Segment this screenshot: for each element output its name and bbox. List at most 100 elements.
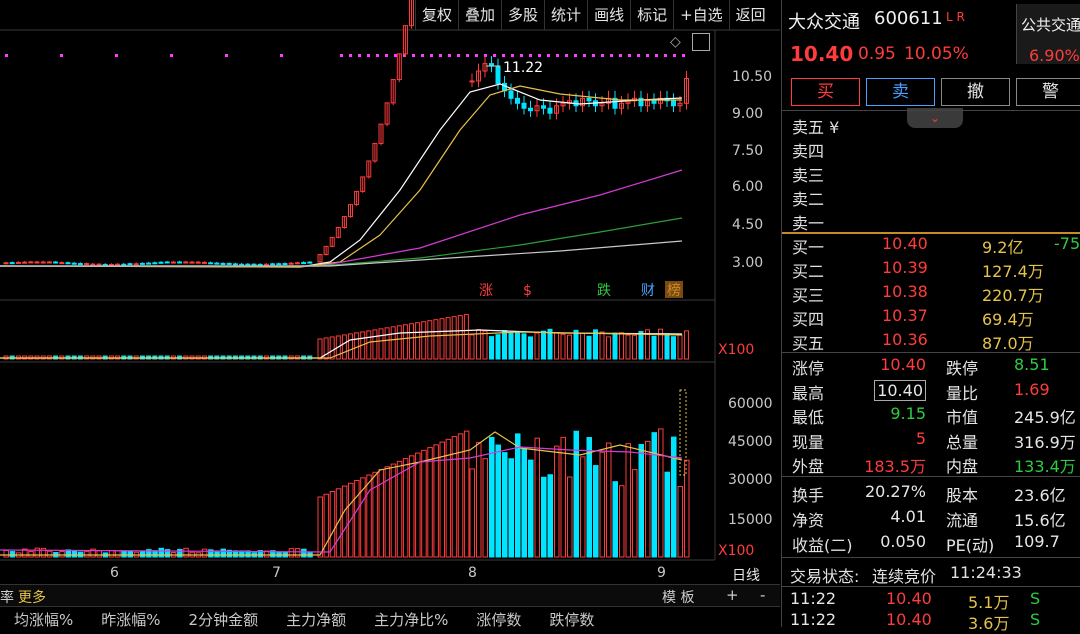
- candle-body: [215, 263, 219, 264]
- trade-status-time: 11:24:33: [950, 563, 1022, 582]
- candle-body: [66, 263, 70, 264]
- indicator-bar: [446, 439, 451, 557]
- signal-dot: [280, 54, 283, 57]
- volume-bar: [594, 330, 598, 359]
- trade-status-label: 交易状态:: [790, 563, 859, 587]
- column-header[interactable]: 昨涨幅%: [87, 607, 174, 628]
- volume-bar: [428, 321, 432, 359]
- chart-toolbar: 复权 叠加 多股 统计 画线 标记 +自选 返回: [415, 0, 772, 30]
- toolbar-stats-button[interactable]: 统计: [544, 0, 587, 30]
- volume-bar: [397, 326, 401, 359]
- stat-value: 316.9万: [1014, 429, 1076, 453]
- signal-dot: [592, 54, 595, 57]
- cut-label: 率: [0, 587, 14, 607]
- indicator-bar: [403, 459, 408, 557]
- buy-button[interactable]: 买: [791, 78, 860, 106]
- kline-chart-svg[interactable]: 10.50 9.00 7.50 6.00 4.50 3.00 60000 45000 30000…: [0, 0, 780, 600]
- toolbar-multi-stock-button[interactable]: 多股: [501, 0, 544, 30]
- column-header[interactable]: 主力净额: [272, 607, 360, 628]
- indicator-bar: [535, 438, 540, 557]
- toolbar-back-button[interactable]: 返回: [729, 0, 772, 30]
- candle-body: [264, 264, 268, 265]
- volume-bar: [496, 335, 500, 359]
- volume-bar: [342, 335, 346, 359]
- volume-bar: [490, 337, 494, 359]
- kline-chart-area[interactable]: 10.50 9.00 7.50 6.00 4.50 3.00 60000 45000 30000…: [0, 0, 780, 627]
- column-header[interactable]: 主力净比%: [360, 607, 462, 628]
- sector-box[interactable]: 公共交通 6.90%: [1016, 4, 1080, 64]
- volume-bar: [529, 337, 533, 359]
- volume-bar: [542, 331, 546, 359]
- tick-time: 11:22: [790, 610, 836, 629]
- diamond-icon[interactable]: ◇: [670, 34, 681, 50]
- toolbar-fuquan-button[interactable]: 复权: [415, 0, 458, 30]
- sell-button[interactable]: 卖: [866, 78, 935, 106]
- indicator-bar: [470, 469, 475, 557]
- column-header[interactable]: 2分钟金额: [175, 607, 273, 628]
- sell-level-label: 卖二: [792, 186, 824, 210]
- candle-body: [171, 262, 175, 263]
- candle-body: [159, 262, 163, 263]
- indicator-bar: [620, 486, 625, 557]
- event-marker: 榜: [667, 282, 681, 299]
- indicator-bar: [490, 437, 495, 557]
- column-header[interactable]: 涨停数: [462, 607, 535, 628]
- signal-dot: [502, 54, 505, 57]
- indicator-bar: [416, 453, 421, 557]
- quote-panel: 大众交通 600611 L R 公共交通 6.90% 10.40 0.95 10…: [781, 0, 1080, 627]
- signal-dot: [170, 54, 173, 57]
- panel-toggle-icon[interactable]: [692, 33, 710, 51]
- candle-body: [295, 263, 299, 264]
- column-header[interactable]: 均涨幅%: [0, 607, 87, 628]
- daily-period-label[interactable]: 日线: [732, 565, 760, 585]
- stat-value: 183.5万: [864, 453, 926, 477]
- ma20-line: [0, 170, 682, 266]
- template-button[interactable]: 模 板: [662, 587, 694, 607]
- buy-level-row: 买一 10.40 9.2亿 -75: [782, 234, 1080, 258]
- zoom-out-button[interactable]: -: [760, 586, 765, 604]
- volume-bar: [509, 333, 513, 359]
- trade-status-row: 交易状态: 连续竞价 11:24:33: [782, 563, 1080, 587]
- candle-body: [516, 98, 520, 103]
- signal-dot: [385, 54, 388, 57]
- volume-bar: [373, 330, 377, 359]
- candle-body: [522, 103, 526, 108]
- indicator-bar: [116, 551, 121, 557]
- volume-bar: [355, 333, 359, 359]
- indicator-bar: [422, 450, 427, 557]
- toolbar-mark-button[interactable]: 标记: [630, 0, 673, 30]
- sell-level-label: 卖一: [792, 210, 824, 234]
- indicator-bar: [295, 549, 300, 557]
- indicator-bar: [4, 550, 9, 557]
- candle-body: [258, 264, 262, 265]
- candle-body: [283, 264, 287, 265]
- stat-value: 8.51: [1014, 355, 1050, 374]
- buy-level-price: 10.40: [882, 234, 928, 253]
- indicator-bar: [568, 477, 573, 557]
- volume-bar: [620, 333, 624, 359]
- tick-row: 11:22 10.40 3.6万 S: [782, 610, 1080, 634]
- more-link[interactable]: 更多: [18, 587, 46, 607]
- volume-bar: [458, 316, 462, 359]
- cancel-order-button[interactable]: 撤: [941, 78, 1010, 106]
- toolbar-overlay-button[interactable]: 叠加: [458, 0, 501, 30]
- ma5-line: [0, 84, 682, 267]
- zoom-in-button[interactable]: +: [726, 586, 739, 604]
- candle-body: [240, 264, 244, 265]
- fundamental-row: 净资 4.01 流通 15.6亿: [782, 507, 1080, 531]
- buy-level-price: 10.37: [882, 306, 928, 325]
- tick-price: 10.40: [886, 610, 932, 629]
- indicator-bar: [503, 453, 508, 557]
- indicator-bar: [626, 444, 631, 557]
- buy-level-price: 10.38: [882, 282, 928, 301]
- volume-bar: [561, 334, 565, 359]
- indicator-bar: [613, 482, 618, 557]
- toolbar-draw-button[interactable]: 画线: [587, 0, 630, 30]
- alert-button[interactable]: 警: [1016, 78, 1080, 106]
- buy-level-volume: 220.7万: [982, 282, 1044, 306]
- indicator-bar: [72, 551, 77, 557]
- column-header[interactable]: 跌停数: [535, 607, 608, 628]
- signal-dot: [421, 54, 424, 57]
- fundamental-value: 15.6亿: [1014, 507, 1066, 531]
- toolbar-add-watchlist-button[interactable]: +自选: [673, 0, 729, 30]
